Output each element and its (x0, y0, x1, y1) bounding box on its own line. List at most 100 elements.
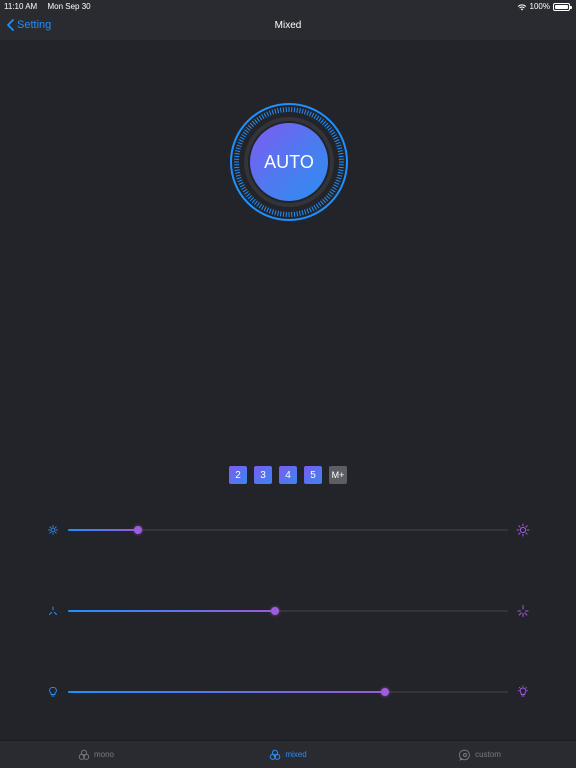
dial-tick (282, 107, 285, 113)
dial-tick (282, 211, 285, 217)
mode-button-5[interactable]: 5 (304, 466, 322, 484)
bulb-slider-row (46, 685, 530, 699)
dial-tick (306, 110, 310, 116)
dial-tick (303, 209, 307, 215)
dial-tick (315, 115, 320, 121)
dial-tick (337, 171, 343, 174)
dial-tick (238, 181, 244, 185)
dial-tick (298, 210, 301, 216)
dial-tick (338, 155, 344, 158)
dial-tick (258, 115, 263, 121)
dial-tick (329, 190, 334, 195)
dial-tick (324, 122, 329, 127)
temperature-slider[interactable] (68, 607, 508, 615)
dial-tick (303, 109, 307, 115)
dial-tick (329, 129, 334, 134)
dial-tick (313, 205, 317, 210)
dial-tick (266, 111, 270, 117)
status-date: Mon Sep 30 (47, 2, 91, 11)
dial-tick (251, 120, 256, 126)
dial-tick (235, 171, 241, 174)
dial-tick (322, 198, 327, 204)
dial-tick (249, 122, 254, 127)
dial-tick (256, 202, 261, 207)
dial-tick (274, 210, 277, 216)
dial-tick (242, 188, 248, 193)
sun-large-icon (516, 523, 530, 537)
bulb-off-icon (49, 687, 57, 697)
dial-tick (301, 210, 304, 216)
dial-tick (234, 152, 240, 155)
dial-tick (301, 108, 304, 114)
dial-tick (330, 188, 336, 193)
dial-tick (333, 136, 339, 140)
mode-button-3[interactable]: 3 (254, 466, 272, 484)
custom-icon (459, 749, 470, 761)
tab-mixed[interactable]: mixed (192, 741, 384, 768)
battery-icon (553, 2, 572, 11)
dial-tick (324, 197, 329, 202)
dial-tick (332, 134, 337, 138)
dial-tick (279, 211, 282, 217)
dial-tick (338, 166, 344, 169)
dial-tick (293, 107, 296, 113)
bright-rays-icon (517, 605, 529, 617)
dial-tick (263, 206, 267, 212)
auto-button[interactable]: AUTO (250, 123, 328, 201)
auto-dial: AUTO (228, 101, 350, 223)
dial-tick (313, 114, 317, 119)
brightness-slider-fill (68, 529, 139, 531)
dial-tick (337, 147, 343, 150)
mode-button-2[interactable]: 2 (229, 466, 247, 484)
dial-tick (249, 197, 254, 202)
dial-tick (258, 203, 263, 209)
status-left: 11:10 AM Mon Sep 30 (4, 2, 99, 11)
dial-tick (236, 144, 242, 148)
dim-rays-icon (49, 606, 57, 615)
dial-tick (330, 131, 336, 136)
brightness-slider[interactable] (68, 526, 508, 534)
dial-tick (332, 186, 337, 190)
dial-tick (335, 179, 341, 183)
dial-tick (296, 211, 299, 217)
dial-tick (325, 124, 331, 129)
tab-custom[interactable]: custom (384, 741, 576, 768)
dial-tick (237, 141, 243, 145)
dial-tick (293, 211, 296, 217)
brightness-slider-row (46, 523, 530, 537)
dial-tick (274, 108, 277, 114)
dial-tick (306, 208, 310, 214)
bulb-on-icon (517, 685, 529, 697)
auto-button-label: AUTO (264, 151, 314, 172)
tab-mono[interactable]: mono (0, 741, 192, 768)
dial-tick (338, 152, 344, 155)
mode-button-m-plus[interactable]: M+ (329, 466, 347, 484)
brightness-slider-thumb[interactable] (134, 526, 143, 534)
dial-tick (277, 108, 280, 114)
dial-tick (253, 200, 258, 206)
bulb-slider-thumb[interactable] (380, 688, 389, 696)
dial-tick (315, 203, 320, 209)
dial-tick (238, 139, 244, 143)
dial-tick (256, 117, 261, 122)
dial-tick (234, 166, 240, 169)
temperature-slider-thumb[interactable] (270, 607, 279, 615)
dial-tick (239, 136, 245, 140)
mode-button-4[interactable]: 4 (279, 466, 297, 484)
dial-tick (335, 141, 341, 145)
dial-tick (337, 150, 343, 153)
dial-tick (241, 134, 246, 138)
dial-tick (235, 147, 241, 150)
dial-tick (234, 155, 240, 158)
dial-tick (235, 150, 241, 153)
status-bar: 11:10 AM Mon Sep 30 100% (0, 0, 576, 13)
dial-tick (247, 195, 253, 200)
bulb-slider[interactable] (68, 688, 508, 696)
dial-tick (322, 120, 327, 126)
dial-tick (308, 111, 312, 117)
dial-tick (334, 139, 340, 143)
wifi-icon (517, 4, 526, 10)
sun-small-icon (48, 525, 58, 535)
dial-tick (271, 109, 275, 115)
dial-tick (235, 174, 241, 177)
